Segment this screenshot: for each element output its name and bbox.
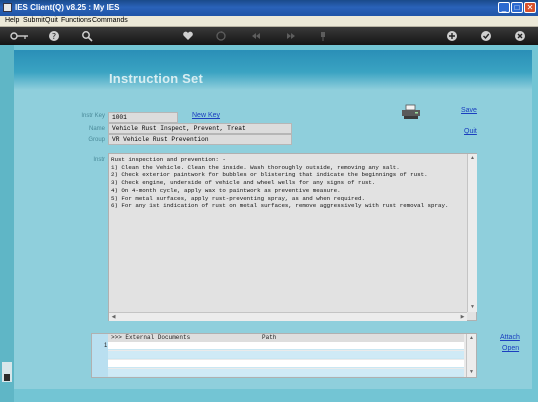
minimize-button[interactable]: _: [498, 2, 510, 13]
instructions-horizontal-scrollbar[interactable]: ◀ ▶: [109, 312, 467, 321]
external-documents-panel: 1 >>> External Documents Path ▲ ▼: [91, 333, 477, 378]
svg-text:?: ?: [52, 32, 56, 41]
scroll-left-icon[interactable]: ◀: [109, 313, 118, 322]
group-label: Group: [88, 137, 105, 143]
row-number: 1: [104, 343, 108, 349]
name-field[interactable]: Vehicle Rust Inspect, Prevent, Treat: [108, 123, 292, 134]
documents-scrollbar[interactable]: ▲ ▼: [466, 334, 476, 377]
documents-header: >>> External Documents Path: [108, 334, 464, 342]
close-icon[interactable]: [514, 30, 526, 42]
help-icon[interactable]: ?: [48, 30, 60, 42]
side-tab-icon[interactable]: [2, 362, 12, 382]
left-gutter: [0, 45, 14, 402]
printer-icon[interactable]: [401, 104, 421, 120]
check-icon[interactable]: [480, 30, 492, 42]
instr-key-field[interactable]: 1001: [108, 112, 178, 123]
window-title-bar[interactable]: IES Client(Q) v8.25 : My IES _ □ ✕: [0, 0, 538, 16]
scroll-right-icon[interactable]: ▶: [458, 313, 467, 322]
menu-functions[interactable]: Functions: [61, 17, 91, 24]
scroll-up-icon[interactable]: ▲: [468, 154, 477, 163]
documents-header-title: >>> External Documents: [111, 334, 191, 341]
scroll-down-icon[interactable]: ▼: [468, 303, 477, 312]
instr-key-label: Instr Key: [81, 113, 105, 119]
key-icon[interactable]: [10, 30, 30, 42]
pin-icon[interactable]: [317, 30, 329, 42]
add-icon[interactable]: [446, 30, 458, 42]
window-title: IES Client(Q) v8.25 : My IES: [15, 3, 120, 12]
instructions-textarea[interactable]: Rust inspection and prevention: - 1) Cle…: [108, 153, 477, 321]
document-row[interactable]: [108, 369, 464, 377]
rewind-icon[interactable]: [250, 30, 262, 42]
row-number-column: 1: [92, 334, 108, 377]
menu-bar: Help Submit Quit Functions Commands: [0, 16, 538, 27]
menu-help[interactable]: Help: [5, 17, 19, 24]
page-title: Instruction Set: [109, 71, 204, 86]
document-row[interactable]: [108, 351, 464, 359]
new-key-link[interactable]: New Key: [192, 112, 220, 119]
refresh-icon[interactable]: [215, 30, 227, 42]
document-row[interactable]: [108, 342, 464, 350]
search-icon[interactable]: [81, 30, 93, 42]
forward-icon[interactable]: [285, 30, 297, 42]
name-label: Name: [88, 126, 105, 132]
scroll-up-icon[interactable]: ▲: [467, 334, 476, 343]
instructions-text: Rust inspection and prevention: - 1) Cle…: [111, 156, 449, 210]
instructions-vertical-scrollbar[interactable]: ▲ ▼: [467, 154, 477, 312]
attach-link[interactable]: Attach: [500, 334, 520, 341]
quit-link[interactable]: Quit: [464, 128, 477, 135]
save-link[interactable]: Save: [461, 107, 477, 114]
menu-commands[interactable]: Commands: [92, 17, 128, 24]
heart-icon[interactable]: [182, 30, 194, 42]
close-window-button[interactable]: ✕: [524, 2, 536, 13]
group-field[interactable]: VR Vehicle Rust Prevention: [108, 134, 292, 145]
open-link[interactable]: Open: [502, 345, 519, 352]
toolbar: ?: [0, 27, 538, 45]
menu-submit[interactable]: Submit: [23, 17, 45, 24]
app-icon: [3, 3, 12, 12]
scroll-down-icon[interactable]: ▼: [467, 368, 476, 377]
instr-label: Instr: [93, 157, 105, 163]
maximize-button[interactable]: □: [511, 2, 523, 13]
documents-header-path: Path: [262, 334, 277, 341]
menu-quit[interactable]: Quit: [45, 17, 58, 24]
document-row[interactable]: [108, 360, 464, 368]
header-band: [14, 50, 532, 90]
